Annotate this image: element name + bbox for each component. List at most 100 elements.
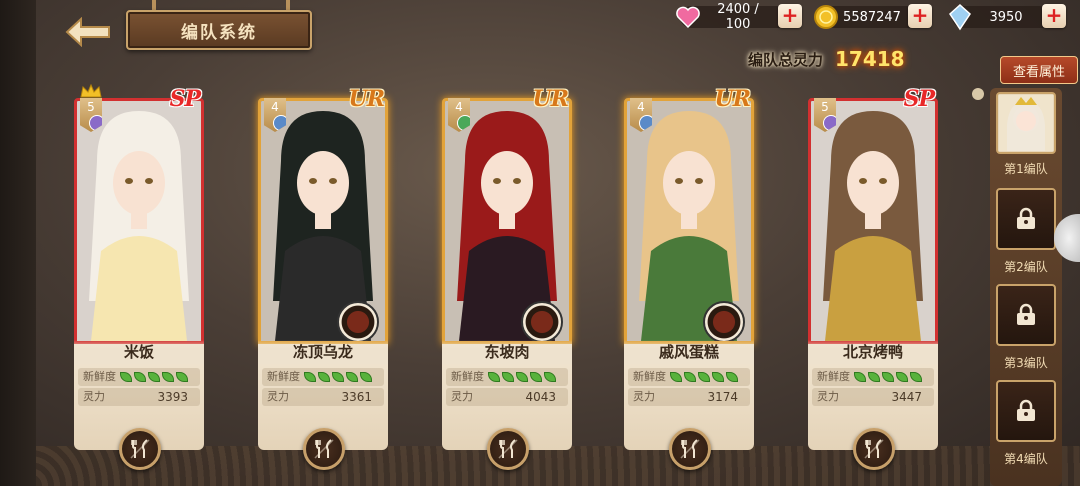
power-label: 灵力 (817, 390, 839, 403)
power-value: 3361 (341, 390, 372, 404)
power-label: 灵力 (633, 390, 655, 403)
crown-icon (80, 84, 102, 98)
sidebar-indicator (972, 88, 984, 100)
power-row: 灵力 3447 (812, 388, 934, 406)
feed-button[interactable] (487, 428, 529, 470)
level-badge: 5 (80, 98, 102, 132)
freshness-leaf-icon (148, 372, 160, 382)
team-slot-2[interactable] (996, 188, 1056, 250)
level-value: 4 (271, 100, 279, 114)
team-label-3: 第3编队 (1004, 356, 1048, 370)
freshness-leaf-icon (346, 372, 358, 382)
level-badge: 4 (630, 98, 652, 132)
team-slot-1[interactable] (996, 92, 1056, 154)
freshness-leaf-icon (176, 372, 188, 382)
freshness-leaf-icon (726, 372, 738, 382)
character-name: 东坡肉 (442, 340, 572, 364)
freshness-leaf-icon (488, 372, 500, 382)
freshness-leaf-icon (544, 372, 556, 382)
add-gold-button[interactable]: + (908, 4, 932, 28)
gold-resource: 5587247 + (814, 4, 932, 29)
freshness-leaves (120, 372, 188, 382)
character-art (811, 101, 935, 341)
freshness-leaf-icon (530, 372, 542, 382)
character-card[interactable]: 5 SP 北京烤鸭 新鲜度 灵力 3447 (808, 86, 938, 470)
freshness-leaf-icon (868, 372, 880, 382)
level-badge: 4 (264, 98, 286, 132)
freshness-row: 新鲜度 (446, 368, 568, 386)
dish-icon (521, 301, 563, 341)
character-name: 北京烤鸭 (808, 340, 938, 364)
fork-knife-icon (680, 439, 700, 459)
freshness-leaf-icon (360, 372, 372, 382)
freshness-leaves (670, 372, 738, 382)
gold-value: 5587247 (843, 9, 901, 25)
character-art (77, 101, 201, 341)
add-stamina-button[interactable]: + (778, 4, 802, 28)
character-portrait (258, 98, 388, 344)
feed-button[interactable] (669, 428, 711, 470)
add-crystal-button[interactable]: + (1042, 4, 1066, 28)
rarity-badge: UR (348, 86, 385, 112)
back-button[interactable] (58, 14, 118, 50)
character-portrait (808, 98, 938, 344)
crystal-resource: 3950 + (949, 3, 1066, 31)
rarity-badge: UR (714, 86, 751, 112)
feed-button[interactable] (119, 428, 161, 470)
level-value: 5 (87, 100, 95, 114)
freshness-label: 新鲜度 (83, 370, 116, 383)
freshness-leaf-icon (684, 372, 696, 382)
freshness-leaf-icon (162, 372, 174, 382)
gold-coin-icon (814, 5, 838, 29)
freshness-row: 新鲜度 (262, 368, 384, 386)
character-card[interactable]: 4 UR 冻顶乌龙 新鲜度 灵力 3361 (258, 86, 388, 470)
power-value: 3174 (707, 390, 738, 404)
power-value: 4043 (525, 390, 556, 404)
power-row: 灵力 4043 (446, 388, 568, 406)
rarity-badge: SP (169, 86, 201, 112)
level-value: 4 (637, 100, 645, 114)
freshness-leaf-icon (712, 372, 724, 382)
page-title: 编队系统 (126, 10, 312, 50)
freshness-leaf-icon (896, 372, 908, 382)
freshness-label: 新鲜度 (267, 370, 300, 383)
freshness-leaf-icon (910, 372, 922, 382)
crystal-value: 3950 (989, 9, 1023, 25)
power-value: 3447 (891, 390, 922, 404)
freshness-leaf-icon (120, 372, 132, 382)
bottom-ornament (0, 446, 1080, 486)
dish-icon (703, 301, 745, 341)
stamina-value: 2400 / 100 (717, 2, 759, 32)
power-label: 灵力 (451, 390, 473, 403)
character-card[interactable]: 4 UR ★★ 东坡肉 新鲜度 灵力 4043 (442, 86, 572, 470)
level-value: 5 (821, 100, 829, 114)
back-arrow-icon (65, 17, 110, 47)
freshness-leaves (854, 372, 922, 382)
feed-button[interactable] (303, 428, 345, 470)
freshness-leaf-icon (332, 372, 344, 382)
total-power-value: 17418 (835, 47, 905, 71)
character-portrait (624, 98, 754, 344)
freshness-label: 新鲜度 (451, 370, 484, 383)
character-card[interactable]: 4 UR 戚风蛋糕 新鲜度 灵力 3174 (624, 86, 754, 470)
view-attributes-button[interactable]: 查看属性 (1000, 56, 1078, 84)
freshness-leaf-icon (882, 372, 894, 382)
freshness-leaf-icon (698, 372, 710, 382)
character-card[interactable]: 5 SP 米饭 新鲜度 灵力 3393 (74, 84, 204, 470)
team-label-1: 第1编队 (1004, 162, 1048, 176)
power-row: 灵力 3393 (78, 388, 200, 406)
feed-button[interactable] (853, 428, 895, 470)
character-name: 戚风蛋糕 (624, 340, 754, 364)
character-name: 冻顶乌龙 (258, 340, 388, 364)
team-label-2: 第2编队 (1004, 260, 1048, 274)
freshness-label: 新鲜度 (633, 370, 666, 383)
team-slot-3[interactable] (996, 284, 1056, 346)
total-power-label: 编队总灵力 (748, 50, 824, 69)
team-slot-4[interactable] (996, 380, 1056, 442)
lock-icon (1017, 399, 1035, 421)
dish-icon (337, 301, 379, 341)
stamina-resource: 2400 / 100 + (676, 2, 802, 32)
character-portrait (442, 98, 572, 344)
left-edge (0, 0, 36, 486)
lock-icon (1017, 207, 1035, 229)
